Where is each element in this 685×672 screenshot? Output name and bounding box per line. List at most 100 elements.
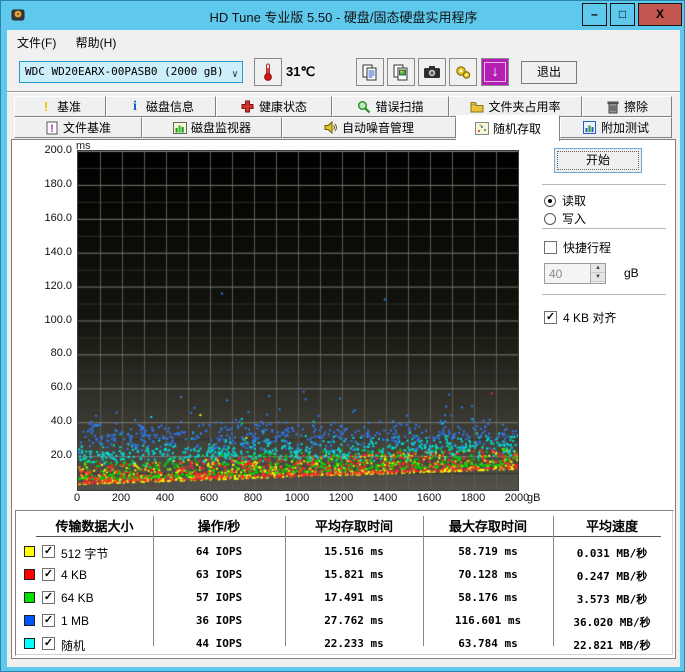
tab-error-scan[interactable]: 错误扫描 (332, 96, 449, 117)
max-time-value: 58.176 ms (458, 591, 518, 604)
table-row: ✓ 4 KB 63 IOPS 15.821 ms 70.128 ms 0.247… (16, 564, 675, 587)
col-header-ops: 操作/秒 (197, 519, 241, 534)
tab-benchmark[interactable]: ! 基准 (14, 96, 106, 117)
tab-label: 随机存取 (492, 122, 541, 136)
radio-unselected-icon (544, 212, 556, 225)
avg-time-value: 27.762 ms (324, 614, 384, 627)
erase-icon (606, 100, 620, 114)
spinner-buttons[interactable]: ▲ ▼ (590, 264, 605, 283)
capacity-value: 40 (549, 267, 563, 281)
series-label: 64 KB (61, 591, 94, 605)
extra-tests-icon (583, 121, 597, 135)
max-time-value: 58.719 ms (458, 545, 518, 558)
screenshot-button[interactable] (418, 58, 446, 86)
series-color-swatch (24, 592, 35, 603)
download-arrow-icon: ↓ (484, 62, 506, 82)
series-checkbox[interactable]: ✓ (42, 637, 55, 650)
series-color-swatch (24, 638, 35, 649)
maximize-button[interactable]: □ (610, 3, 635, 26)
max-time-value: 70.128 ms (458, 568, 518, 581)
series-checkbox[interactable]: ✓ (42, 568, 55, 581)
start-button[interactable]: 开始 (554, 148, 642, 173)
avg-speed-value: 36.020 MB/秒 (573, 616, 651, 629)
header-underline (36, 536, 661, 537)
y-tick-label: 120.0 (44, 279, 72, 292)
tab-file-benchmark[interactable]: ! 文件基准 (14, 117, 142, 138)
ops-value: 36 IOPS (195, 614, 243, 627)
tab-label: 磁盘信息 (145, 100, 194, 114)
series-color-swatch (24, 615, 35, 626)
minimize-button[interactable]: – (582, 3, 607, 26)
tab-extra-tests[interactable]: 附加测试 (560, 117, 672, 138)
options-button[interactable] (449, 58, 477, 86)
tab-erase[interactable]: 擦除 (582, 96, 672, 117)
max-time-value: 63.784 ms (458, 637, 518, 650)
client-area: 文件(F) 帮助(H) WDC WD20EARX-00PASB0 (2000 g… (7, 30, 680, 667)
close-button[interactable]: X (638, 3, 682, 26)
avg-speed-value: 22.821 MB/秒 (573, 639, 651, 652)
toolbar-divider (7, 91, 680, 93)
read-label: 读取 (562, 194, 587, 208)
menu-file[interactable]: 文件(F) (9, 30, 64, 54)
spin-down-icon[interactable]: ▼ (591, 273, 605, 282)
series-checkbox[interactable]: ✓ (42, 614, 55, 627)
menu-help[interactable]: 帮助(H) (68, 30, 125, 54)
health-icon (241, 100, 255, 114)
exit-button[interactable]: 退出 (521, 61, 577, 84)
separator (542, 184, 666, 185)
ops-value: 64 IOPS (195, 545, 243, 558)
y-tick-label: 40.0 (50, 415, 72, 428)
series-label: 随机 (61, 639, 86, 653)
disk-info-icon: i (133, 98, 137, 114)
tab-label: 磁盘监视器 (190, 121, 251, 135)
avg-time-value: 15.516 ms (324, 545, 384, 558)
capacity-spinner[interactable]: 40 ▲ ▼ (544, 263, 606, 284)
results-table: 传输数据大小 操作/秒 平均存取时间 最大存取时间 平均速度 ✓ 512 字节 … (15, 510, 674, 656)
avg-time-value: 17.491 ms (324, 591, 384, 604)
write-radio[interactable]: 写入 (544, 210, 586, 227)
read-radio[interactable]: 读取 (544, 192, 586, 209)
start-button-label: 开始 (585, 153, 610, 167)
tab-folder-usage[interactable]: 文件夹占用率 (449, 96, 582, 117)
copy-text-button[interactable] (356, 58, 384, 86)
max-time-value: 116.601 ms (454, 614, 522, 627)
x-tick-label: 800 (243, 492, 263, 504)
y-tick-label: 100.0 (44, 313, 72, 326)
x-tick-label: 600 (199, 492, 219, 504)
x-tick-label: 1800 (460, 492, 486, 504)
tab-disk-info[interactable]: i 磁盘信息 (106, 96, 216, 117)
series-checkbox[interactable]: ✓ (42, 545, 55, 558)
benchmark-icon: ! (43, 99, 49, 114)
table-row: ✓ 512 字节 64 IOPS 15.516 ms 58.719 ms 0.0… (16, 541, 675, 564)
tab-label: 文件基准 (62, 121, 111, 135)
series-label: 512 字节 (61, 547, 109, 561)
copy-image-button[interactable] (387, 58, 415, 86)
series-checkbox[interactable]: ✓ (42, 591, 55, 604)
short-stroke-checkbox[interactable]: 快捷行程 (544, 239, 611, 256)
align-4kb-checkbox[interactable]: ✓ 4 KB 对齐 (544, 309, 616, 326)
tab-disk-monitor[interactable]: 磁盘监视器 (142, 117, 282, 138)
drive-select[interactable]: WDC WD20EARX-00PASB0 (2000 gB) ∨ (19, 61, 243, 83)
tab-random-access[interactable]: 随机存取 (456, 115, 560, 141)
tab-aam[interactable]: 自动噪音管理 (282, 117, 456, 138)
tab-label: 擦除 (623, 100, 648, 114)
temperature-button[interactable] (254, 58, 282, 86)
spin-up-icon[interactable]: ▲ (591, 264, 605, 273)
ops-value: 44 IOPS (195, 637, 243, 650)
tab-label: 错误扫描 (375, 100, 424, 114)
tab-health[interactable]: 健康状态 (216, 96, 332, 117)
avg-time-value: 15.821 ms (324, 568, 384, 581)
y-tick-label: 180.0 (44, 177, 72, 190)
tab-label: 自动噪音管理 (341, 121, 414, 135)
camera-icon (424, 66, 440, 78)
tab-label: 附加测试 (600, 121, 649, 135)
ops-value: 57 IOPS (195, 591, 243, 604)
update-button[interactable]: ↓ (481, 58, 509, 86)
chevron-down-icon: ∨ (231, 69, 238, 80)
capacity-unit: gB (624, 266, 639, 280)
tab-label: 基准 (56, 100, 81, 114)
table-row: ✓ 64 KB 57 IOPS 17.491 ms 58.176 ms 3.57… (16, 587, 675, 610)
random-access-icon (474, 122, 489, 136)
file-benchmark-icon: ! (45, 121, 59, 135)
folder-usage-icon (470, 100, 484, 114)
